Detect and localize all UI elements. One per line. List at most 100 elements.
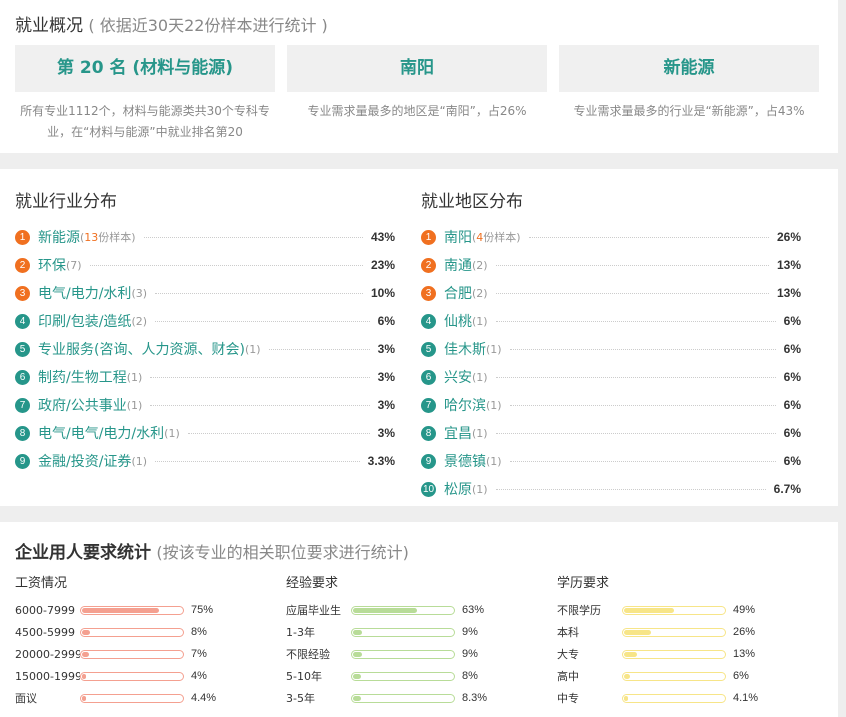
dotted-leader: [528, 236, 769, 238]
industry-name-link[interactable]: 环保: [38, 255, 66, 275]
region-name-link[interactable]: 佳木斯: [444, 339, 486, 359]
region-name-link[interactable]: 松原: [444, 479, 472, 499]
salary-section: 工资情况 6000-7999 75% 4500-5999 8% 20000-29999 7…: [15, 572, 265, 709]
percentage: 3%: [377, 398, 395, 412]
dotted-leader: [495, 292, 769, 294]
dotted-leader: [509, 404, 776, 406]
industry-row[interactable]: 6 制药/生物工程 (1) 3%: [15, 363, 395, 391]
region-row[interactable]: 9 景德镇 (1) 6%: [421, 447, 801, 475]
industry-row[interactable]: 5 专业服务(咨询、人力资源、财会) (1) 3%: [15, 335, 395, 363]
sample-count: (3): [131, 286, 148, 300]
education-bar-fill: [624, 629, 651, 635]
experience-row: 5-10年 8%: [286, 665, 536, 687]
experience-row: 3-5年 8.3%: [286, 687, 536, 709]
dotted-leader: [150, 376, 370, 378]
salary-title: 工资情况: [15, 576, 68, 591]
education-bar: [622, 671, 726, 681]
industry-row[interactable]: 7 政府/公共事业 (1) 3%: [15, 391, 395, 419]
region-row[interactable]: 5 佳木斯 (1) 6%: [421, 335, 801, 363]
dotted-leader: [509, 460, 776, 462]
rank-badge: 1: [15, 229, 30, 245]
percentage: 3.3%: [367, 454, 395, 468]
region-name-link[interactable]: 景德镇: [444, 451, 486, 471]
education-bar-fill: [624, 695, 629, 701]
industry-row[interactable]: 4 印刷/包装/造纸 (2) 6%: [15, 307, 395, 335]
region-name-link[interactable]: 宜昌: [444, 423, 472, 443]
region-name-link[interactable]: 哈尔滨: [444, 395, 486, 415]
rank-badge: 5: [15, 341, 30, 357]
region-name-link[interactable]: 兴安: [444, 367, 472, 387]
percentage: 6%: [783, 398, 801, 412]
region-row[interactable]: 2 南通 (2) 13%: [421, 251, 801, 279]
region-name-link[interactable]: 南阳: [444, 227, 472, 247]
sample-count: (1): [126, 370, 143, 384]
industry-name-link[interactable]: 专业服务(咨询、人力资源、财会): [38, 339, 245, 359]
region-row[interactable]: 3 合肥 (2) 13%: [421, 279, 801, 307]
experience-percentage: 9%: [462, 648, 478, 660]
education-label: 本科: [557, 626, 579, 639]
region-name-link[interactable]: 仙桃: [444, 311, 472, 331]
percentage: 6%: [783, 342, 801, 356]
experience-list: 应届毕业生 63% 1-3年 9% 不限经验 9% 5-10年 8% 3-5年 8.3%: [286, 599, 536, 709]
experience-percentage: 9%: [462, 626, 478, 638]
industry-row[interactable]: 2 环保 (7) 23%: [15, 251, 395, 279]
experience-bar: [351, 693, 455, 703]
sample-count: (2): [472, 258, 488, 272]
salary-label: 15000-19999: [15, 669, 80, 683]
salary-label: 面议: [15, 692, 37, 705]
rank-badge: 2: [421, 257, 436, 273]
experience-bar-fill: [353, 673, 362, 679]
rank-badge: 4: [421, 313, 436, 329]
education-row: 本科 26%: [557, 621, 807, 643]
region-name-link[interactable]: 合肥: [444, 283, 472, 303]
dotted-leader: [495, 264, 769, 266]
salary-bar: [80, 649, 184, 659]
industry-name-link[interactable]: 政府/公共事业: [38, 395, 127, 415]
education-bar: [622, 649, 726, 659]
rank-badge: 4: [15, 313, 30, 329]
industry-row[interactable]: 9 金融/投资/证券 (1) 3.3%: [15, 447, 395, 475]
sample-count: (1): [486, 454, 502, 468]
salary-bar: [80, 605, 184, 615]
rank-badge: 3: [421, 285, 436, 301]
experience-bar: [351, 649, 455, 659]
dotted-leader: [155, 460, 360, 462]
salary-row: 4500-5999 8%: [15, 621, 265, 643]
region-row[interactable]: 4 仙桃 (1) 6%: [421, 307, 801, 335]
education-title: 学历要求: [557, 576, 610, 591]
industry-name-link[interactable]: 电气/电力/水利: [38, 283, 131, 303]
top-region-desc: 专业需求量最多的地区是“南阳”，占26%: [307, 104, 527, 118]
region-name-link[interactable]: 南通: [444, 255, 472, 275]
region-list: 1 南阳 (4份样本) 26% 2 南通 (2) 13% 3 合肥 (2) 13% 4 仙桃 (1) 6% 5 佳…: [421, 223, 801, 503]
industry-row[interactable]: 1 新能源 (13份样本) 43%: [15, 223, 395, 251]
industry-row[interactable]: 8 电气/电气/电力/水利 (1) 3%: [15, 419, 395, 447]
salary-percentage: 75%: [191, 604, 214, 616]
sample-count: (1): [472, 370, 488, 384]
industry-name-link[interactable]: 电气/电气/电力/水利: [38, 423, 164, 443]
region-row[interactable]: 7 哈尔滨 (1) 6%: [421, 391, 801, 419]
industry-row[interactable]: 3 电气/电力/水利 (3) 10%: [15, 279, 395, 307]
percentage: 6%: [783, 454, 801, 468]
rank-badge: 1: [421, 229, 436, 245]
experience-section: 经验要求 应届毕业生 63% 1-3年 9% 不限经验 9% 5-10年 8% 3-5年 8.3%: [286, 572, 536, 709]
region-row[interactable]: 10 松原 (1) 6.7%: [421, 475, 801, 503]
industry-name-link[interactable]: 金融/投资/证券: [38, 451, 131, 471]
region-row[interactable]: 8 宜昌 (1) 6%: [421, 419, 801, 447]
rank-badge: 3: [15, 285, 30, 301]
region-row[interactable]: 1 南阳 (4份样本) 26%: [421, 223, 801, 251]
region-row[interactable]: 6 兴安 (1) 6%: [421, 363, 801, 391]
industry-name-link[interactable]: 新能源: [38, 227, 80, 247]
sample-count: (1): [486, 398, 502, 412]
salary-percentage: 8%: [191, 626, 207, 638]
overview-title-text: 就业概况: [15, 16, 83, 36]
salary-bar-fill: [82, 629, 91, 635]
education-label: 高中: [557, 670, 579, 683]
salary-bar-fill: [82, 695, 87, 701]
overview-panel: 就业概况 ( 依据近30天22份样本进行统计 ) 第 20 名 (材料与能源) …: [0, 0, 838, 153]
industry-name-link[interactable]: 制药/生物工程: [38, 367, 127, 387]
experience-label: 1-3年: [286, 626, 315, 639]
industry-name-link[interactable]: 印刷/包装/造纸: [38, 311, 131, 331]
education-bar: [622, 693, 726, 703]
salary-row: 6000-7999 75%: [15, 599, 265, 621]
distribution-panel: 就业行业分布 1 新能源 (13份样本) 43% 2 环保 (7) 23% 3 电气/电力/水利(…: [0, 169, 838, 506]
